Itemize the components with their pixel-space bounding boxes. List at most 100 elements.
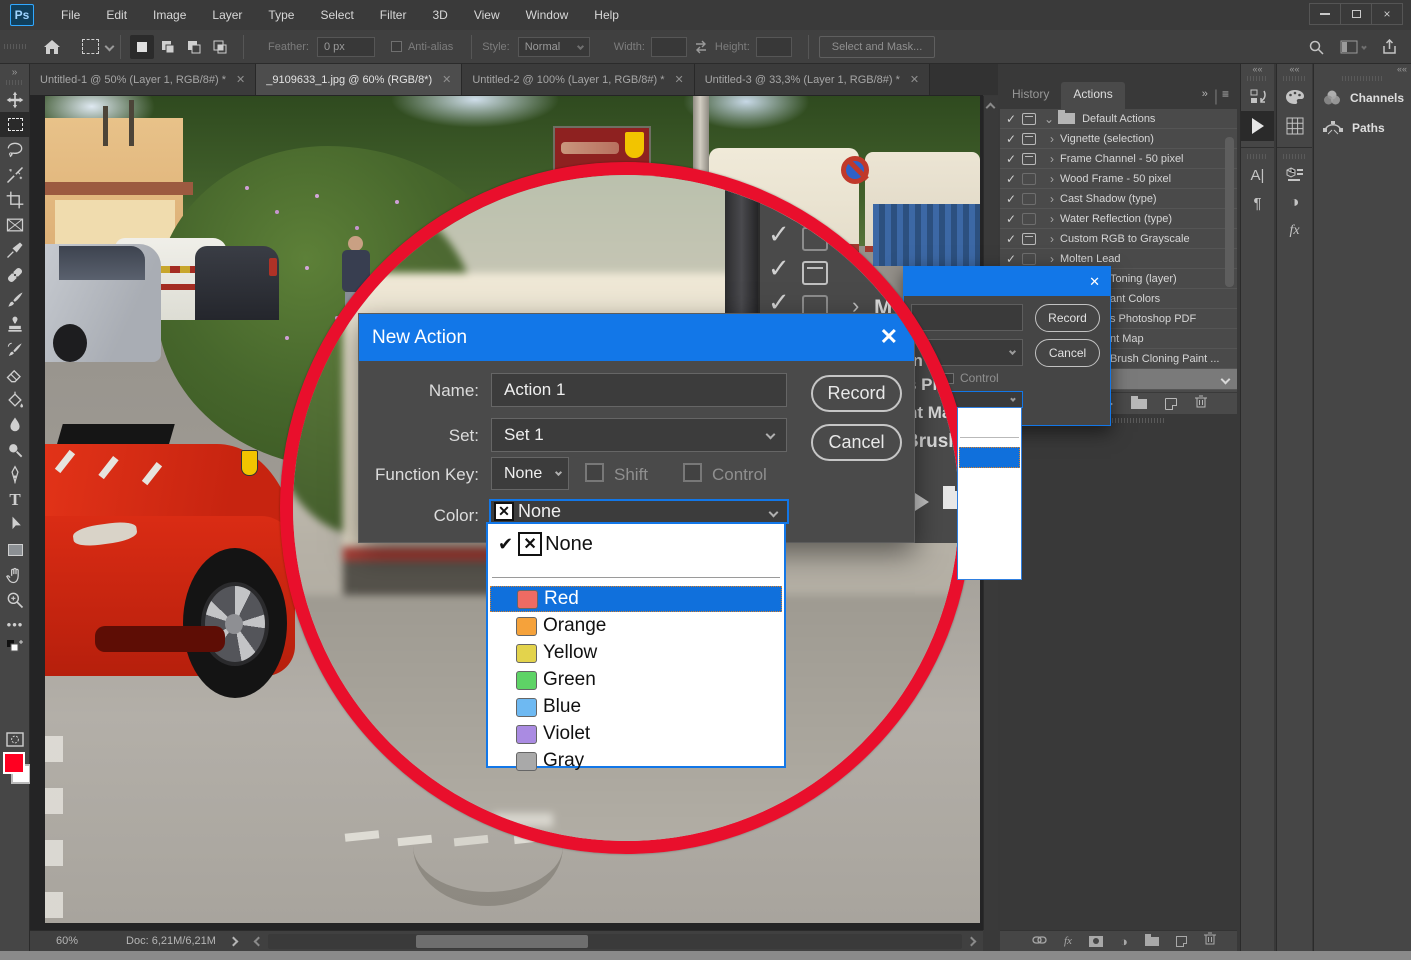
pen-tool[interactable] — [0, 462, 30, 487]
select-and-mask-button[interactable]: Select and Mask... — [819, 36, 936, 58]
properties-panel-icon[interactable] — [1277, 161, 1312, 189]
swap-dimensions-icon[interactable] — [687, 40, 715, 54]
selected-item-small[interactable] — [959, 447, 1020, 468]
adjustment-layer-icon[interactable]: ◑ — [1120, 934, 1128, 949]
modal-icon[interactable] — [1022, 113, 1036, 125]
paragraph-panel-icon[interactable]: ¶ — [1241, 189, 1274, 217]
menu-item-yellow[interactable]: Yellow — [490, 640, 782, 666]
delete-icon[interactable] — [1195, 395, 1207, 413]
hand-tool[interactable] — [0, 562, 30, 587]
selection-subtract-button[interactable] — [182, 35, 206, 59]
tab-actions[interactable]: Actions — [1061, 82, 1124, 112]
paint-bucket-tool[interactable] — [0, 387, 30, 412]
menu-item-green[interactable]: Green — [490, 667, 782, 693]
eyedropper-tool[interactable] — [0, 237, 30, 262]
blur-tool[interactable] — [0, 412, 30, 437]
tab-9109633[interactable]: _9109633_1.jpg @ 60% (RGB/8*)✕ — [256, 64, 462, 95]
name-input[interactable]: Action 1 — [491, 373, 787, 407]
width-input[interactable] — [651, 37, 687, 57]
actions-panel-icon[interactable] — [1241, 111, 1274, 141]
selection-new-button[interactable] — [130, 35, 154, 59]
maximize-button[interactable] — [1340, 3, 1372, 25]
default-colors-icon[interactable] — [0, 637, 30, 655]
quick-mask-icon[interactable] — [0, 727, 30, 752]
brush-tool[interactable] — [0, 287, 30, 312]
clone-stamp-tool[interactable] — [0, 312, 30, 337]
close-tab-icon[interactable]: ✕ — [675, 73, 684, 86]
close-button[interactable]: × — [1371, 3, 1403, 25]
actions-scrollbar[interactable] — [1225, 137, 1234, 287]
menu-type[interactable]: Type — [255, 0, 307, 30]
menu-edit[interactable]: Edit — [93, 0, 140, 30]
edit-toolbar-icon[interactable]: ••• — [0, 612, 30, 637]
collapse-dock-icon[interactable]: «« — [1277, 64, 1312, 74]
frame-tool[interactable] — [0, 212, 30, 237]
chevron-down-icon[interactable]: ⌄ — [1044, 112, 1054, 126]
color-panel-icon[interactable] — [1277, 83, 1312, 111]
height-input[interactable] — [756, 37, 792, 57]
menu-item-red[interactable]: Red — [490, 586, 782, 612]
action-row[interactable]: ✓›Custom RGB to Grayscale — [1000, 229, 1237, 249]
history-panel-icon[interactable] — [1241, 83, 1274, 111]
paths-panel-button[interactable]: Paths — [1314, 113, 1411, 143]
group-icon[interactable] — [1145, 937, 1159, 946]
scroll-down-icon[interactable] — [1221, 374, 1231, 384]
link-icon[interactable] — [1032, 932, 1047, 950]
function-key-select[interactable]: None — [491, 457, 569, 490]
rectangular-marquee-tool[interactable] — [0, 112, 30, 137]
cancel-button[interactable]: Cancel — [811, 424, 902, 461]
feather-input[interactable]: 0 px — [317, 37, 375, 57]
minimize-button[interactable] — [1309, 3, 1341, 25]
check-icon[interactable]: ✓ — [1000, 112, 1022, 126]
tool-preset-icon[interactable] — [74, 39, 120, 54]
set-select[interactable]: Set 1 — [491, 418, 787, 452]
panel-menu-icon[interactable]: ≡ — [1220, 82, 1237, 112]
color-select[interactable]: ✕ None — [489, 499, 789, 524]
menu-view[interactable]: View — [461, 0, 513, 30]
selection-add-button[interactable] — [156, 35, 180, 59]
menu-select[interactable]: Select — [307, 0, 366, 30]
close-tab-icon[interactable]: ✕ — [910, 73, 919, 86]
hscroll-right-icon[interactable] — [967, 936, 977, 946]
hscroll-thumb[interactable] — [416, 935, 588, 948]
hscroll-left-icon[interactable] — [253, 936, 263, 946]
foreground-color-swatch[interactable] — [3, 752, 25, 774]
lasso-tool[interactable] — [0, 137, 30, 162]
rectangle-tool[interactable] — [0, 537, 30, 562]
tab-untitled-2[interactable]: Untitled-2 @ 100% (Layer 1, RGB/8#) *✕ — [462, 64, 694, 95]
home-icon[interactable] — [30, 39, 74, 55]
workspace-switcher-icon[interactable] — [1340, 40, 1366, 54]
menu-filter[interactable]: Filter — [367, 0, 420, 30]
magic-wand-tool[interactable] — [0, 162, 30, 187]
cancel-button-small[interactable]: Cancel — [1035, 339, 1100, 367]
collapse-dock-icon[interactable]: «« — [1314, 64, 1411, 74]
tab-untitled-3[interactable]: Untitled-3 @ 33,3% (Layer 1, RGB/8#) *✕ — [695, 64, 930, 95]
share-icon[interactable] — [1382, 39, 1397, 55]
styles-panel-icon[interactable]: fx — [1277, 217, 1312, 245]
dialog-close-icon[interactable]: ✕ — [880, 324, 898, 350]
action-row[interactable]: ✓›Vignette (selection) — [1000, 129, 1237, 149]
style-select[interactable]: Normal — [518, 37, 590, 57]
status-options-icon[interactable] — [228, 936, 238, 946]
anti-alias-checkbox[interactable] — [391, 41, 402, 52]
tab-history[interactable]: History — [1000, 82, 1061, 112]
menu-file[interactable]: File — [48, 0, 93, 30]
menu-help[interactable]: Help — [581, 0, 632, 30]
control-checkbox[interactable] — [683, 463, 702, 482]
toolbar-collapse-icon[interactable]: » — [0, 64, 29, 78]
shift-checkbox[interactable] — [585, 463, 604, 482]
menu-layer[interactable]: Layer — [199, 0, 255, 30]
zoom-tool[interactable] — [0, 587, 30, 612]
action-row[interactable]: ✓›Wood Frame - 50 pixel — [1000, 169, 1237, 189]
panel-collapse-icon[interactable]: » — [1198, 82, 1212, 112]
path-selection-tool[interactable] — [0, 512, 30, 537]
selection-intersect-button[interactable] — [208, 35, 232, 59]
channels-panel-button[interactable]: Channels — [1314, 83, 1411, 113]
menu-item-violet[interactable]: Violet — [490, 721, 782, 747]
history-brush-tool[interactable] — [0, 337, 30, 362]
layer-mask-icon[interactable] — [1089, 936, 1103, 947]
trash-icon[interactable] — [1204, 932, 1216, 950]
close-tab-icon[interactable]: ✕ — [442, 73, 451, 86]
record-button[interactable]: Record — [811, 375, 902, 412]
dialog-title[interactable]: New Action ✕ — [359, 314, 914, 361]
